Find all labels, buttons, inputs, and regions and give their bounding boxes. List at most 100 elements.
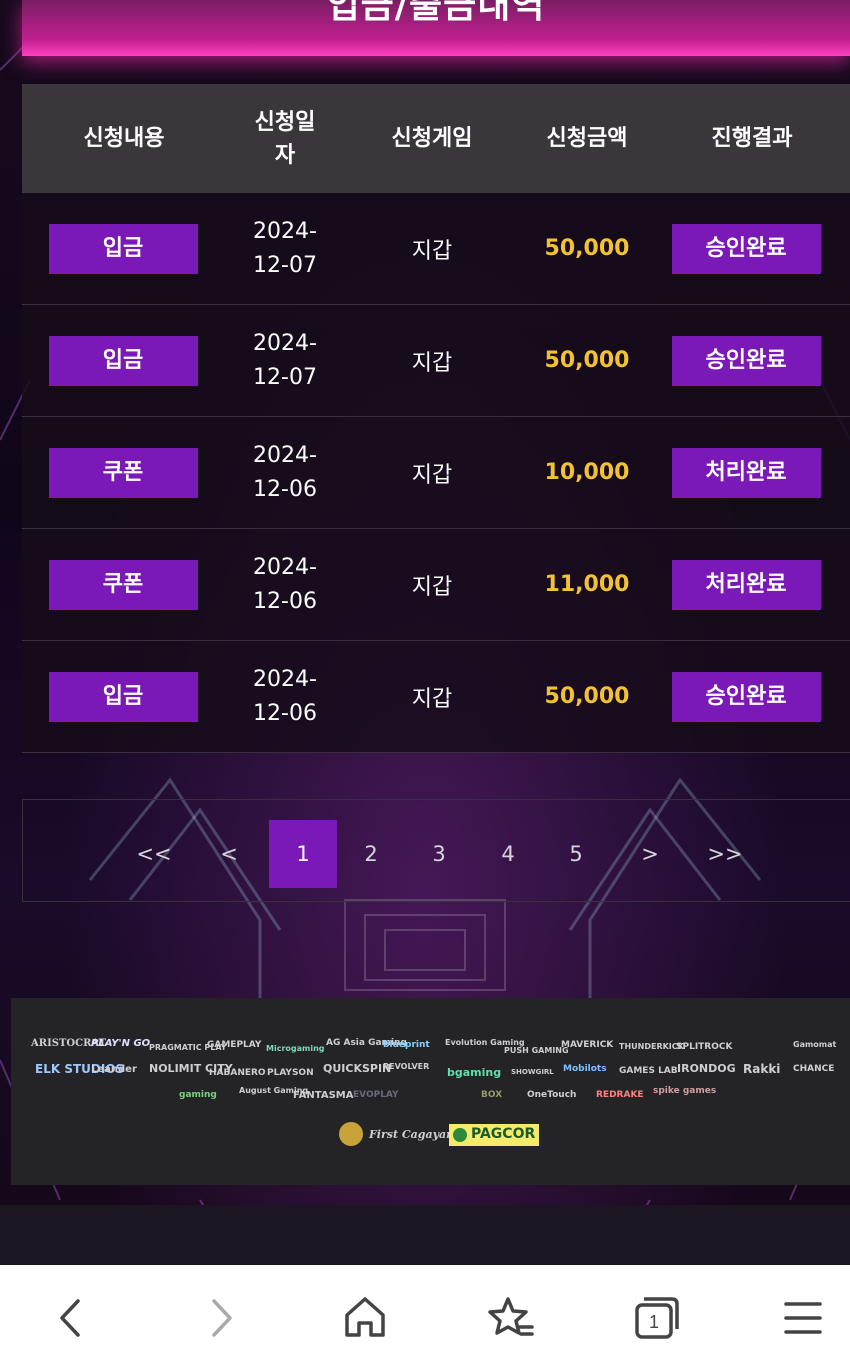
first-cagayan-seal-icon [339,1122,363,1146]
provider-logo: FANTASMA [293,1090,354,1101]
date-cell: 2024- 12-06 [226,551,344,619]
game-cell: 지갑 [411,686,453,712]
provider-logo: Rakki [743,1062,781,1076]
back-icon[interactable] [46,1293,96,1343]
bookmark-star-icon[interactable] [486,1293,536,1343]
game-cell: 지갑 [411,574,453,600]
result-badge: 처리완료 [671,447,821,498]
page-1-button[interactable]: 1 [269,820,337,888]
provider-logo: PUSH GAMING [504,1046,569,1055]
date-day: 12-06 [253,700,317,726]
header-result: 진행결과 [711,126,793,151]
date-year: 2024- [253,330,317,356]
page-2-button[interactable]: 2 [345,820,397,888]
amount-cell: 10,000 [544,460,630,485]
date-cell: 2024- 12-07 [226,215,344,283]
page-first-button[interactable]: << [126,820,182,888]
header-type: 신청내용 [83,126,165,151]
provider-logo: REVOLVER [383,1062,430,1071]
amount-cell: 50,000 [544,348,630,373]
result-badge: 승인완료 [671,335,821,386]
date-cell: 2024- 12-06 [226,663,344,731]
table-row: 쿠폰 2024- 12-06 지갑 11,000 처리완료 [22,529,850,641]
provider-logos: ARISTOCRAT PLAY'N GO PRAGMATIC PLAY GAME… [11,998,850,1185]
date-year: 2024- [253,666,317,692]
page-title-bar: 입금/출금내역 [22,0,850,56]
provider-logo: THUNDERKICK [619,1042,684,1051]
tabs-count: 1 [649,1312,659,1332]
provider-logo: gaming [179,1090,217,1100]
page-last-button[interactable]: >> [697,820,753,888]
game-cell: 지갑 [411,238,453,264]
result-badge: 승인완료 [671,223,821,274]
date-year: 2024- [253,554,317,580]
page-prev-button[interactable]: < [209,820,249,888]
provider-logo: HABANERO [209,1068,266,1078]
header-amount: 신청금액 [546,126,628,151]
provider-logo: Gamomat [793,1040,837,1049]
provider-logo: PLAYSON [267,1068,314,1078]
provider-logo: GAMES LAB [619,1066,678,1076]
menu-icon[interactable] [778,1293,828,1343]
page-5-button[interactable]: 5 [550,820,602,888]
history-table: 신청내용 신청일 자 신청게임 신청금액 진행결과 입금 2024- 12-07 … [22,84,850,753]
provider-logo: Mobilots [563,1064,607,1074]
result-badge: 승인완료 [671,671,821,722]
home-icon[interactable] [340,1293,390,1343]
bottom-spacer [0,1205,850,1265]
provider-logo: MAVERICK [561,1040,614,1050]
amount-cell: 50,000 [544,236,630,261]
header-game: 신청게임 [391,126,473,151]
pagination: << < 1 2 3 4 5 > >> [22,799,850,902]
provider-logo: PLAY'N GO [91,1038,151,1049]
page-title: 입금/출금내역 [326,0,546,26]
provider-footer: ARISTOCRAT PLAY'N GO PRAGMATIC PLAY GAME… [11,998,850,1185]
tabs-icon[interactable]: 1 [632,1293,682,1343]
date-day: 12-06 [253,588,317,614]
date-day: 12-07 [253,252,317,278]
provider-logo: spike games [653,1086,717,1096]
type-badge: 쿠폰 [48,559,198,610]
forward-icon[interactable] [196,1293,246,1343]
provider-logo: IRONDOG [677,1062,736,1075]
pagcor-text: PAGCOR [471,1126,536,1142]
provider-logo: QUICKSPIN [323,1062,392,1075]
provider-logo: SPLITROCK [676,1042,733,1052]
date-cell: 2024- 12-07 [226,327,344,395]
provider-logo: SHOWGIRL [511,1068,554,1076]
provider-logo: Microgaming [266,1044,325,1053]
type-badge: 입금 [48,223,198,274]
table-row: 입금 2024- 12-07 지갑 50,000 승인완료 [22,305,850,417]
provider-logo: blueprint [383,1040,430,1050]
provider-logo: CHANCE [793,1064,835,1074]
table-row: 입금 2024- 12-07 지갑 50,000 승인완료 [22,193,850,305]
pagcor-seal-icon [453,1128,467,1142]
page-next-button[interactable]: > [630,820,670,888]
date-year: 2024- [253,442,317,468]
browser-nav-bar: 1 [0,1265,850,1367]
date-year: 2024- [253,218,317,244]
first-cagayan-logo: First Cagayan [369,1128,455,1141]
provider-logo: GAMEPLAY [207,1040,262,1050]
provider-logo: bgaming [447,1066,502,1079]
table-row: 쿠폰 2024- 12-06 지갑 10,000 처리완료 [22,417,850,529]
type-badge: 입금 [48,335,198,386]
page-4-button[interactable]: 4 [482,820,534,888]
date-day: 12-07 [253,364,317,390]
provider-logo: OneTouch [527,1090,577,1100]
pagcor-logo: PAGCOR [449,1124,539,1146]
table-header: 신청내용 신청일 자 신청게임 신청금액 진행결과 [22,84,850,193]
result-badge: 처리완료 [671,559,821,610]
page-3-button[interactable]: 3 [413,820,465,888]
provider-logo: Leander [91,1064,137,1075]
header-date-line1: 신청일 [254,109,316,135]
header-date: 신청일 자 [226,106,344,172]
provider-logo: BOX [481,1090,503,1100]
date-cell: 2024- 12-06 [226,439,344,507]
provider-logo: REDRAKE [596,1090,644,1100]
amount-cell: 50,000 [544,684,630,709]
header-date-line2: 자 [274,142,296,168]
type-badge: 쿠폰 [48,447,198,498]
amount-cell: 11,000 [544,572,630,597]
type-badge: 입금 [48,671,198,722]
